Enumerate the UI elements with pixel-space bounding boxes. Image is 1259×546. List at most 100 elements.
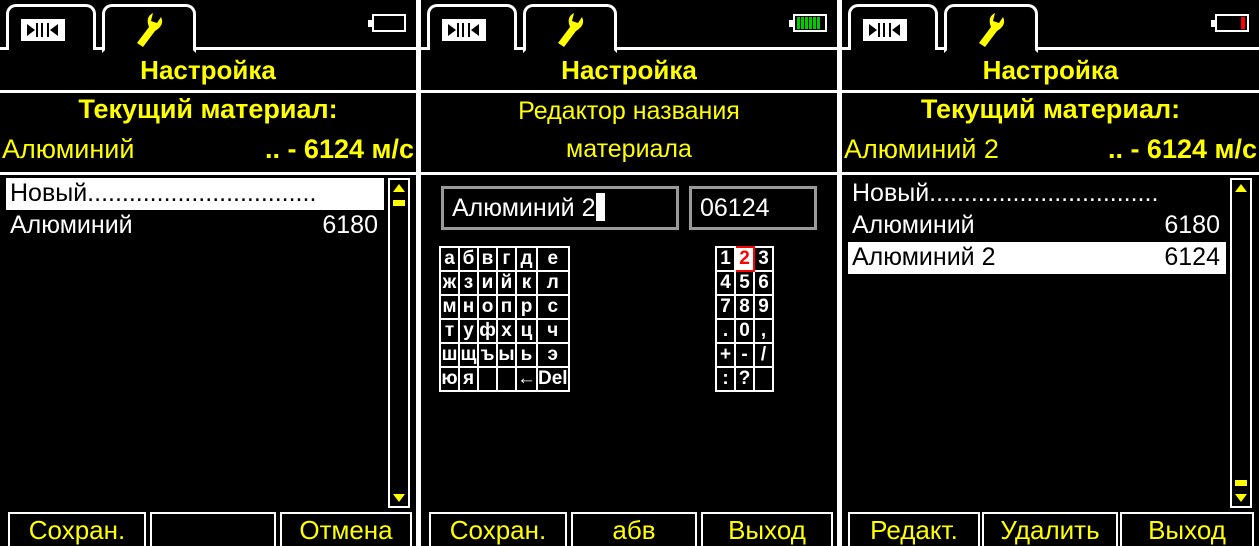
key-char[interactable]: и xyxy=(477,270,498,296)
tab-settings[interactable] xyxy=(523,4,617,53)
key-char[interactable]: э xyxy=(536,342,570,368)
tab-measurement[interactable] xyxy=(427,4,517,50)
key-char[interactable]: о xyxy=(477,294,498,320)
softkey-bar: Редакт. Удалить Выход xyxy=(842,510,1259,546)
key-char[interactable]: ь xyxy=(515,342,538,368)
keyboard-row: .0, xyxy=(715,318,774,344)
key-char[interactable]: 5 xyxy=(734,270,755,296)
key-char[interactable]: 6 xyxy=(753,270,774,296)
list-item[interactable]: Новый................................. xyxy=(848,178,1226,210)
key-char[interactable]: / xyxy=(753,342,774,368)
key-empty xyxy=(477,366,498,392)
key-char[interactable]: г xyxy=(496,246,517,272)
keyboard-row: 789 xyxy=(715,294,774,320)
key-char[interactable]: : xyxy=(715,366,736,392)
delete-button[interactable]: Удалить xyxy=(982,512,1118,546)
key-char[interactable]: ъ xyxy=(477,342,498,368)
item-value: 6180 xyxy=(1164,211,1220,239)
save-button[interactable]: Сохран. xyxy=(429,512,567,546)
key-char[interactable]: ш xyxy=(439,342,460,368)
key-char[interactable]: з xyxy=(458,270,479,296)
alphabet-button[interactable]: абв xyxy=(571,512,697,546)
tab-measurement[interactable] xyxy=(848,4,938,50)
material-list: Новый................................. А… xyxy=(6,178,384,508)
key-char[interactable]: в xyxy=(477,246,498,272)
key-char[interactable]: ? xyxy=(734,366,755,392)
key-char[interactable]: - xyxy=(734,342,755,368)
empty-softkey[interactable] xyxy=(150,512,276,546)
tab-settings[interactable] xyxy=(102,4,196,53)
key-char[interactable]: 1 xyxy=(715,246,736,272)
scrollbar[interactable] xyxy=(388,178,410,508)
divider xyxy=(0,90,416,93)
keyboard-row: жзийкл xyxy=(439,270,570,296)
cancel-button[interactable]: Отмена xyxy=(280,512,412,546)
key-char[interactable]: я xyxy=(458,366,479,392)
key-char[interactable]: м xyxy=(439,294,460,320)
scrollbar[interactable] xyxy=(1230,178,1252,508)
list-item[interactable]: Алюминий 2 6124 xyxy=(848,242,1226,274)
exit-button[interactable]: Выход xyxy=(701,512,833,546)
key-backspace[interactable]: ← xyxy=(515,366,538,392)
digit-keyboard: 1 2 3 4 5 6 7 8 9. 0, + - /:? xyxy=(715,246,774,392)
tab-measurement[interactable] xyxy=(6,4,96,50)
wrench-icon xyxy=(558,13,584,47)
item-name: Алюминий 2 xyxy=(852,243,996,271)
key-char[interactable]: 4 xyxy=(715,270,736,296)
edit-button[interactable]: Редакт. xyxy=(848,512,980,546)
scroll-thumb[interactable] xyxy=(1235,480,1247,486)
key-char[interactable]: ж xyxy=(439,270,460,296)
key-char[interactable]: а xyxy=(439,246,460,272)
keyboard-row: туфхцч xyxy=(439,318,570,344)
tab-settings[interactable] xyxy=(944,4,1038,53)
key-char[interactable]: 0 xyxy=(734,318,755,344)
list-item[interactable]: Алюминий 6180 xyxy=(6,210,384,242)
key-char[interactable]: к xyxy=(515,270,538,296)
key-char[interactable]: 2 xyxy=(734,246,755,272)
save-button[interactable]: Сохран. xyxy=(8,512,146,546)
material-name-field[interactable]: Алюминий 2 xyxy=(441,186,679,230)
key-char[interactable]: н xyxy=(458,294,479,320)
key-char[interactable]: щ xyxy=(458,342,479,368)
page-title: Настройка xyxy=(982,55,1119,85)
key-char[interactable]: 7 xyxy=(715,294,736,320)
list-item[interactable]: Новый................................. xyxy=(6,178,384,210)
key-char[interactable]: с xyxy=(536,294,570,320)
velocity-field[interactable]: 06124 xyxy=(689,186,817,230)
key-char[interactable]: ц xyxy=(515,318,538,344)
scroll-down-icon xyxy=(1235,494,1247,502)
key-char[interactable]: ю xyxy=(439,366,460,392)
item-value: 6124 xyxy=(1164,243,1220,271)
key-char[interactable]: ч xyxy=(536,318,570,344)
key-char[interactable]: е xyxy=(536,246,570,272)
key-char[interactable]: х xyxy=(496,318,517,344)
key-char[interactable]: у xyxy=(458,318,479,344)
list-item[interactable]: Алюминий 6180 xyxy=(848,210,1226,242)
key-char[interactable]: д xyxy=(515,246,538,272)
velocity-value: 06124 xyxy=(700,194,770,222)
key-char[interactable]: , xyxy=(753,318,774,344)
key-char[interactable]: 9 xyxy=(753,294,774,320)
key-char[interactable]: . xyxy=(715,318,736,344)
play-pause-icon xyxy=(863,19,907,41)
key-char[interactable]: р xyxy=(515,294,538,320)
key-char[interactable]: ы xyxy=(496,342,517,368)
key-char[interactable]: ф xyxy=(477,318,498,344)
key-char[interactable]: л xyxy=(536,270,570,296)
softkey-bar: Сохран. абв Выход xyxy=(421,510,837,546)
item-name: Новый................................. xyxy=(10,179,317,207)
key-delete[interactable]: Del xyxy=(536,366,570,392)
key-char[interactable]: 8 xyxy=(734,294,755,320)
current-material-name: Алюминий 2 xyxy=(844,134,999,164)
exit-button[interactable]: Выход xyxy=(1120,512,1254,546)
page-title: Настройка xyxy=(561,55,697,85)
divider xyxy=(0,172,416,175)
key-char[interactable]: б xyxy=(458,246,479,272)
key-char[interactable]: 3 xyxy=(753,246,774,272)
scroll-thumb[interactable] xyxy=(393,200,405,206)
keyboard-row: ю я ← Del xyxy=(439,366,570,392)
key-char[interactable]: й xyxy=(496,270,517,296)
key-char[interactable]: п xyxy=(496,294,517,320)
key-char[interactable]: т xyxy=(439,318,460,344)
key-char[interactable]: + xyxy=(715,342,736,368)
